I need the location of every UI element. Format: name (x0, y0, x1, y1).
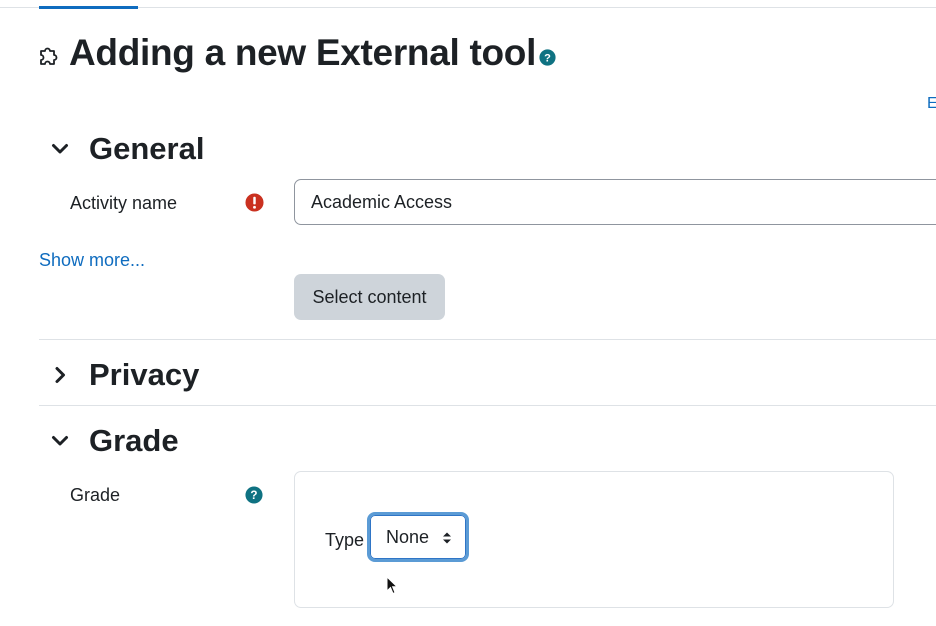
grade-type-value: None (386, 527, 430, 547)
activity-name-input[interactable] (294, 179, 936, 225)
page-heading: Adding a new External tool ? (37, 30, 556, 76)
active-tab-indicator[interactable] (39, 6, 138, 9)
page-title: Adding a new External tool (69, 32, 537, 73)
activity-name-label: Activity name (70, 193, 178, 213)
expand-all-link[interactable]: E (927, 95, 936, 113)
svg-text:?: ? (544, 52, 551, 64)
section-header-privacy[interactable]: Privacy (50, 356, 199, 394)
exclamation-circle-icon (245, 193, 264, 212)
section-title-grade: Grade (89, 423, 179, 458)
grade-label: Grade (70, 485, 121, 505)
section-title-general: General (89, 131, 205, 166)
section-title-privacy: Privacy (89, 357, 200, 392)
section-header-general[interactable]: General (50, 130, 204, 168)
page: Adding a new External tool ? E General A… (0, 0, 936, 626)
section-header-grade[interactable]: Grade (50, 422, 179, 460)
svg-text:?: ? (250, 489, 257, 502)
mouse-cursor-icon (386, 576, 398, 595)
section-divider (39, 405, 936, 406)
help-icon[interactable]: ? (539, 48, 556, 66)
chevron-right-icon (55, 367, 65, 383)
show-more-link[interactable]: Show more... (39, 250, 145, 271)
select-content-button[interactable]: Select content (294, 274, 445, 320)
chevron-down-icon (52, 436, 68, 446)
puzzle-piece-icon (40, 47, 58, 65)
help-icon[interactable]: ? (245, 486, 263, 504)
section-divider (39, 339, 936, 340)
select-arrows-icon (443, 532, 451, 544)
chevron-down-icon (52, 144, 68, 154)
grade-type-select[interactable]: None (367, 512, 469, 562)
tab-strip-divider (0, 7, 936, 8)
grade-type-label: Type (325, 530, 365, 550)
